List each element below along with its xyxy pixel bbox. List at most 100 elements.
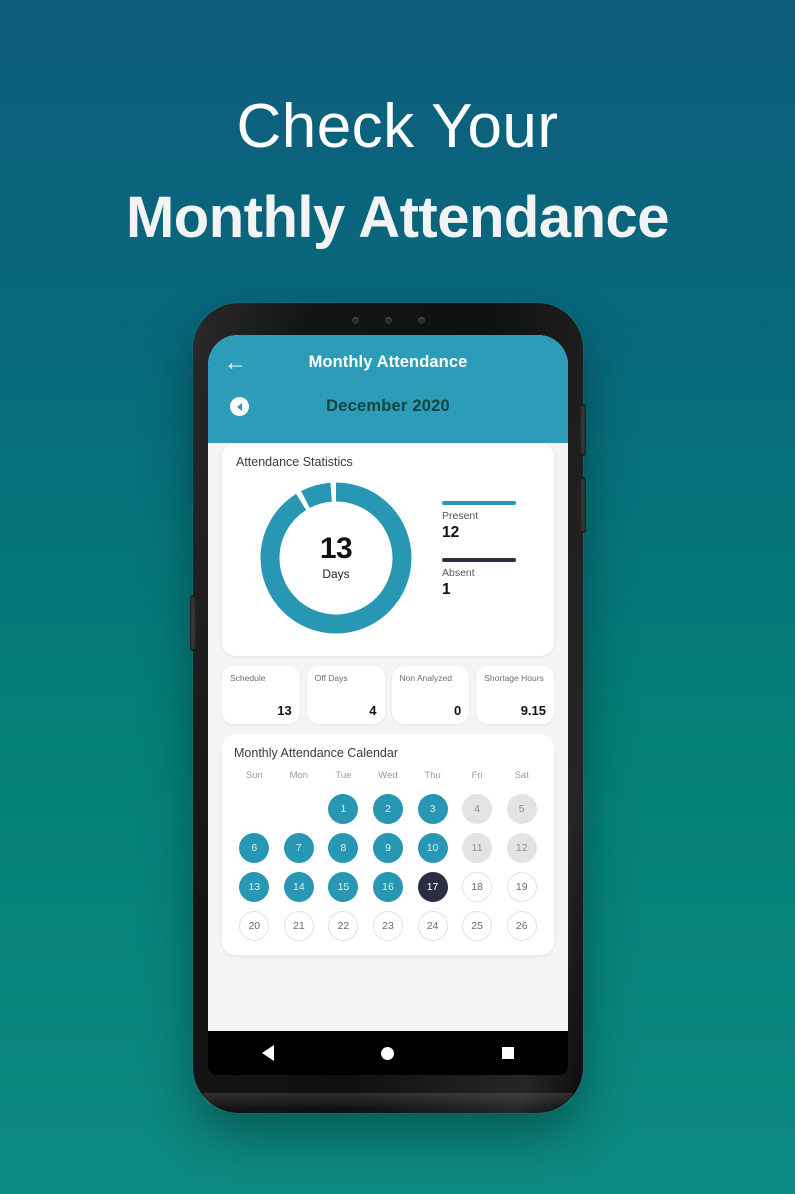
calendar-cell: 4 xyxy=(455,794,500,824)
calendar-cell: 7 xyxy=(277,833,322,863)
calendar-cell: 1 xyxy=(321,794,366,824)
tile-off-days[interactable]: Off Days 4 xyxy=(306,666,385,724)
calendar-day-6[interactable]: 6 xyxy=(239,833,270,863)
calendar-day-26[interactable]: 26 xyxy=(506,911,537,941)
calendar-cell: 9 xyxy=(366,833,411,863)
phone-left-button[interactable] xyxy=(190,595,196,651)
legend-item-absent: Absent 1 xyxy=(442,557,540,599)
attendance-legend: Present 12 Absent 1 xyxy=(436,500,540,615)
phone-screen: ← Monthly Attendance December 2020 Atten… xyxy=(208,335,568,1075)
legend-swatch-present xyxy=(442,500,516,505)
calendar-day-20[interactable]: 20 xyxy=(239,911,270,941)
calendar-cell: 23 xyxy=(366,911,411,941)
square-recents-icon[interactable] xyxy=(502,1047,515,1059)
calendar-day-10[interactable]: 10 xyxy=(417,833,448,863)
camera-dot-icon xyxy=(351,316,359,324)
calendar-cell: 20 xyxy=(232,911,277,941)
calendar-cell: 22 xyxy=(321,911,366,941)
tile-label: Non Analyzed xyxy=(399,673,452,683)
calendar-dow-sat: Sat xyxy=(514,770,529,781)
calendar-dow-tue: Tue xyxy=(335,770,352,781)
calendar-day-15[interactable]: 15 xyxy=(328,872,359,902)
calendar-day-11[interactable]: 11 xyxy=(462,833,493,863)
promo-headline: Check Your Monthly Attendance xyxy=(0,88,795,256)
calendar-day-21[interactable]: 21 xyxy=(283,911,314,941)
calendar-dow-fri: Fri xyxy=(471,770,483,781)
tile-value: 13 xyxy=(277,703,292,718)
calendar-day-19[interactable]: 19 xyxy=(506,872,537,902)
sensor-dot-icon xyxy=(417,316,425,324)
legend-label-absent: Absent xyxy=(442,566,475,579)
tile-value: 0 xyxy=(454,703,462,718)
tile-label: Off Days xyxy=(314,673,348,683)
calendar-day-3[interactable]: 3 xyxy=(417,794,448,824)
legend-value-absent: 1 xyxy=(442,580,451,598)
phone-mockup: ← Monthly Attendance December 2020 Atten… xyxy=(190,303,586,1113)
calendar-cell: 14 xyxy=(277,872,322,902)
circle-home-icon[interactable] xyxy=(381,1046,395,1060)
calendar-day-14[interactable]: 14 xyxy=(283,872,314,902)
phone-sensor-cluster xyxy=(193,314,583,326)
calendar-day-2[interactable]: 2 xyxy=(372,794,403,824)
calendar-day-17[interactable]: 17 xyxy=(417,872,448,902)
calendar-cell: 15 xyxy=(321,872,366,902)
page-title: Monthly Attendance xyxy=(308,353,468,371)
calendar-day-5[interactable]: 5 xyxy=(506,794,537,824)
tile-label: Schedule xyxy=(230,673,266,683)
phone-volume-down-button[interactable] xyxy=(580,477,586,533)
donut-total-label: Days xyxy=(322,567,350,581)
donut-total-value: 13 xyxy=(319,532,353,565)
phone-volume-up-button[interactable] xyxy=(580,404,586,456)
calendar-cell: 19 xyxy=(499,872,544,902)
calendar-day-1[interactable]: 1 xyxy=(328,794,359,824)
app-body: Attendance Statistics 13 Days Present 12… xyxy=(208,443,568,955)
calendar-cell: 13 xyxy=(232,872,277,902)
calendar-cell: 17 xyxy=(410,872,455,902)
tile-shortage-hours[interactable]: Shortage Hours 9.15 xyxy=(476,666,554,724)
calendar-day-25[interactable]: 25 xyxy=(462,911,493,941)
calendar-cell: 11 xyxy=(455,833,500,863)
calendar-day-18[interactable]: 18 xyxy=(462,872,493,902)
calendar-day-13[interactable]: 13 xyxy=(239,872,270,902)
tile-non-analyzed[interactable]: Non Analyzed 0 xyxy=(391,666,470,724)
calendar-cell: 5 xyxy=(499,794,544,824)
legend-item-present: Present 12 xyxy=(442,500,540,542)
calendar-cell: 8 xyxy=(321,833,366,863)
calendar-cell: 12 xyxy=(499,833,544,863)
tile-schedule[interactable]: Schedule 13 xyxy=(222,666,300,724)
calendar-dow-sun: Sun xyxy=(245,770,263,781)
tile-value: 4 xyxy=(369,703,377,718)
calendar-day-4[interactable]: 4 xyxy=(462,794,493,824)
calendar-cell: 25 xyxy=(455,911,500,941)
calendar-day-8[interactable]: 8 xyxy=(328,833,359,863)
chart-wrap: 13 Days Present 12 Absent 1 xyxy=(236,475,540,640)
tile-value: 9.15 xyxy=(520,703,546,718)
attendance-donut-chart: 13 Days xyxy=(258,480,414,636)
attendance-statistics-card: Attendance Statistics 13 Days Present 12… xyxy=(222,443,554,656)
donut-center-label: 13 Days xyxy=(258,480,414,636)
calendar-day-7[interactable]: 7 xyxy=(283,833,314,863)
calendar-cell: 18 xyxy=(455,872,500,902)
calendar-cell: 3 xyxy=(410,794,455,824)
calendar-cell: 24 xyxy=(410,911,455,941)
calendar-day-empty xyxy=(284,794,314,824)
calendar-day-22[interactable]: 22 xyxy=(328,911,359,941)
triangle-back-icon[interactable] xyxy=(261,1045,274,1061)
calendar-cell: 26 xyxy=(499,911,544,941)
calendar-day-9[interactable]: 9 xyxy=(372,833,403,863)
calendar-cell: 16 xyxy=(366,872,411,902)
calendar-day-16[interactable]: 16 xyxy=(372,872,403,902)
calendar-day-24[interactable]: 24 xyxy=(417,911,448,941)
calendar-cell: 6 xyxy=(232,833,277,863)
calendar-day-12[interactable]: 12 xyxy=(506,833,537,863)
legend-value-present: 12 xyxy=(442,523,460,541)
monthly-attendance-calendar-card: Monthly Attendance Calendar Sun Mon Tue Wed… xyxy=(222,734,554,955)
legend-swatch-absent xyxy=(442,557,516,562)
donut-holder: 13 Days xyxy=(236,480,436,636)
calendar-title: Monthly Attendance Calendar xyxy=(234,746,398,760)
calendar-grid: Sun Mon Tue Wed Thu Fri Sat 1 2 3 4 5 6 7 8 9 10 11 12 13 14… xyxy=(232,770,544,941)
month-row: December 2020 xyxy=(208,391,568,435)
calendar-day-23[interactable]: 23 xyxy=(372,911,403,941)
calendar-cell xyxy=(277,794,322,824)
calendar-dow-thu: Thu xyxy=(424,770,441,781)
